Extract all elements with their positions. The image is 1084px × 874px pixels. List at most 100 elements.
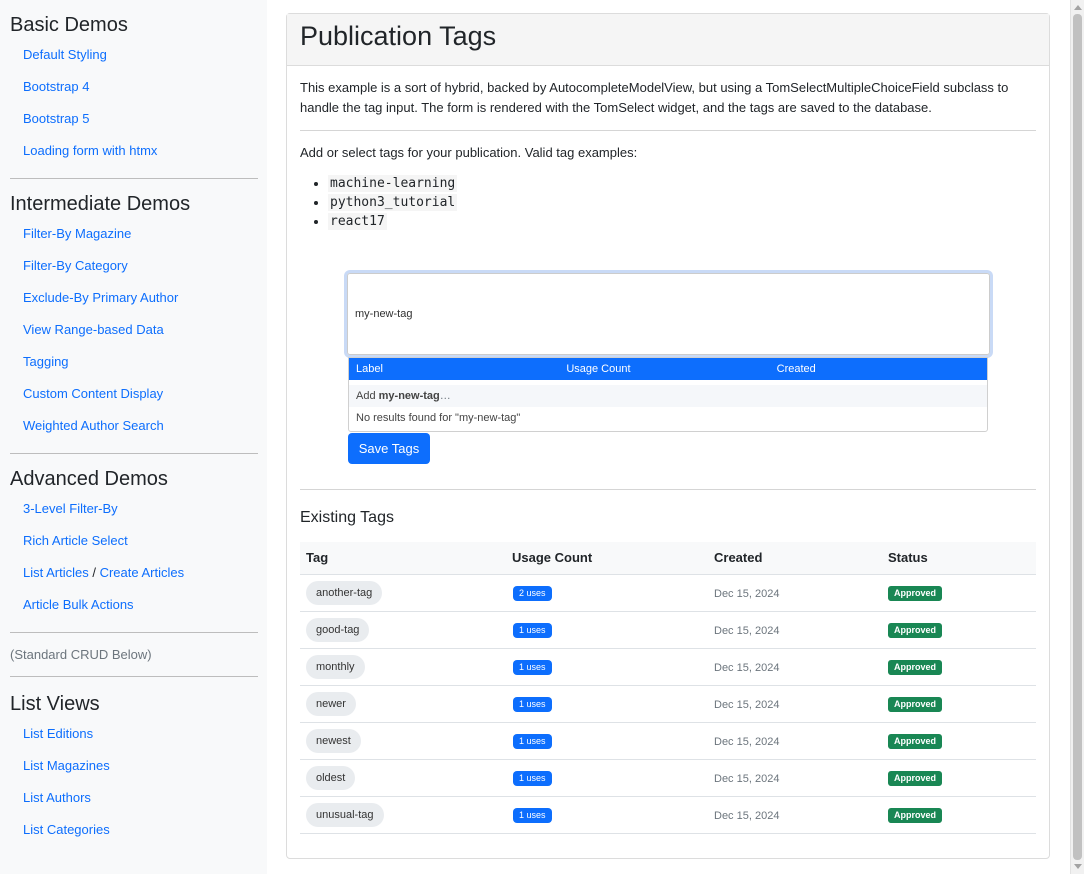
scroll-thumb[interactable]	[1073, 14, 1082, 860]
nav-link-bootstrap-5[interactable]: Bootstrap 5	[23, 111, 90, 126]
divider	[300, 489, 1036, 490]
usage-badge: 1 uses	[513, 623, 552, 638]
tag-pill: another-tag	[306, 580, 383, 605]
add-tag-value: my-new-tag	[378, 390, 440, 402]
list-views-list: List Editions List Magazines List Author…	[10, 716, 258, 844]
add-prefix: Add	[356, 390, 379, 402]
nav-item: Bootstrap 4	[10, 69, 258, 101]
add-tag-option[interactable]: Add my-new-tag…	[349, 385, 987, 407]
example-item: react17	[328, 212, 1036, 231]
usage-badge: 1 uses	[513, 734, 552, 749]
crud-note: (Standard CRUD Below)	[10, 647, 152, 662]
nav-separator: /	[88, 565, 100, 580]
section-title-intermediate: Intermediate Demos	[10, 193, 191, 215]
nav-item: List Articles / Create Articles	[10, 555, 258, 587]
nav-item: Bootstrap 5	[10, 101, 258, 133]
nav-link-range-data[interactable]: View Range-based Data	[23, 322, 164, 337]
table-row: newest 1 uses Dec 15, 2024 Approved	[300, 722, 1036, 760]
usage-badge: 2 uses	[513, 586, 552, 601]
nav-link-weighted-author[interactable]: Weighted Author Search	[23, 418, 164, 433]
usage-badge: 1 uses	[513, 771, 552, 786]
nav-item: List Magazines	[10, 748, 258, 780]
nav-link-list-categories[interactable]: List Categories	[23, 822, 110, 837]
divider	[10, 676, 258, 677]
tag-prompt: Add or select tags for your publication.…	[300, 145, 638, 160]
created-date: Dec 15, 2024	[714, 699, 780, 711]
table-row: unusual-tag 1 uses Dec 15, 2024 Approved	[300, 796, 1036, 834]
usage-badge: 1 uses	[513, 697, 552, 712]
tag-select-control[interactable]	[347, 273, 990, 355]
created-date: Dec 15, 2024	[714, 662, 780, 674]
table-row: monthly 1 uses Dec 15, 2024 Approved	[300, 648, 1036, 686]
nav-link-exclude-author[interactable]: Exclude-By Primary Author	[23, 290, 178, 305]
col-header-created: Created	[708, 542, 882, 575]
status-badge: Approved	[888, 771, 943, 786]
col-header-usage: Usage Count	[506, 542, 708, 575]
created-date: Dec 15, 2024	[714, 810, 780, 822]
nav-item: 3-Level Filter-By	[10, 491, 258, 523]
sidebar: Basic Demos Default Styling Bootstrap 4 …	[0, 0, 267, 874]
created-date: Dec 15, 2024	[714, 773, 780, 785]
nav-link-list-editions[interactable]: List Editions	[23, 726, 93, 741]
col-header-status: Status	[882, 542, 1036, 575]
card-body: This example is a sort of hybrid, backed…	[287, 78, 1049, 231]
divider	[10, 178, 258, 179]
tag-pill: unusual-tag	[306, 802, 384, 827]
nav-item: Weighted Author Search	[10, 408, 258, 440]
tag-pill: good-tag	[306, 617, 370, 642]
nav-link-htmx[interactable]: Loading form with htmx	[23, 143, 157, 158]
nav-link-bulk-actions[interactable]: Article Bulk Actions	[23, 597, 134, 612]
example-code: machine-learning	[328, 175, 458, 192]
tag-pill: newer	[306, 691, 356, 716]
nav-link-create-articles[interactable]: Create Articles	[100, 565, 185, 580]
divider	[10, 453, 258, 454]
main-card: Publication Tags This example is a sort …	[286, 13, 1050, 859]
tag-pill: newest	[306, 728, 361, 753]
nav-link-default-styling[interactable]: Default Styling	[23, 47, 107, 62]
intermediate-demos-list: Filter-By Magazine Filter-By Category Ex…	[10, 216, 258, 440]
nav-item: Article Bulk Actions	[10, 587, 258, 619]
nav-item: View Range-based Data	[10, 312, 258, 344]
nav-link-tagging[interactable]: Tagging	[23, 354, 69, 369]
dropdown-header-usage: Usage Count	[566, 363, 631, 375]
existing-tags-title: Existing Tags	[300, 509, 394, 526]
created-date: Dec 15, 2024	[714, 588, 780, 600]
nav-link-3-level-filter[interactable]: 3-Level Filter-By	[23, 501, 118, 516]
table-row: another-tag 2 uses Dec 15, 2024 Approved	[300, 574, 1036, 612]
scroll-up-arrow-icon[interactable]	[1074, 5, 1082, 10]
dropdown-header: Label Usage Count Created	[349, 358, 987, 380]
save-tags-button[interactable]: Save Tags	[348, 433, 430, 464]
nav-link-filter-magazine[interactable]: Filter-By Magazine	[23, 226, 131, 241]
nav-item: List Editions	[10, 716, 258, 748]
section-title-advanced: Advanced Demos	[10, 468, 168, 490]
vertical-scrollbar[interactable]	[1070, 0, 1084, 874]
example-code: react17	[328, 213, 387, 230]
table-row: good-tag 1 uses Dec 15, 2024 Approved	[300, 611, 1036, 649]
nav-item: Default Styling	[10, 37, 258, 69]
nav-item: Rich Article Select	[10, 523, 258, 555]
nav-link-custom-content[interactable]: Custom Content Display	[23, 386, 163, 401]
nav-item: Filter-By Category	[10, 248, 258, 280]
add-ellipsis: …	[439, 390, 451, 402]
tag-search-input[interactable]	[355, 308, 982, 320]
section-title-basic: Basic Demos	[10, 14, 128, 36]
nav-item: Exclude-By Primary Author	[10, 280, 258, 312]
nav-link-filter-category[interactable]: Filter-By Category	[23, 258, 128, 273]
nav-item: Loading form with htmx	[10, 133, 258, 165]
nav-link-bootstrap-4[interactable]: Bootstrap 4	[23, 79, 90, 94]
scroll-down-arrow-icon[interactable]	[1074, 864, 1082, 869]
example-item: python3_tutorial	[328, 193, 1036, 212]
example-code: python3_tutorial	[328, 194, 458, 211]
no-results-message: No results found for "my-new-tag"	[356, 412, 521, 424]
existing-tags-table: Tag Usage Count Created Status another-t…	[300, 542, 1036, 834]
nav-link-list-authors[interactable]: List Authors	[23, 790, 91, 805]
tag-pill: monthly	[306, 654, 365, 679]
nav-link-list-articles[interactable]: List Articles	[23, 565, 89, 580]
status-badge: Approved	[888, 660, 943, 675]
status-badge: Approved	[888, 697, 943, 712]
page-title: Publication Tags	[300, 21, 497, 51]
divider	[300, 130, 1036, 131]
table-row: newer 1 uses Dec 15, 2024 Approved	[300, 685, 1036, 723]
nav-link-rich-article-select[interactable]: Rich Article Select	[23, 533, 128, 548]
nav-link-list-magazines[interactable]: List Magazines	[23, 758, 110, 773]
